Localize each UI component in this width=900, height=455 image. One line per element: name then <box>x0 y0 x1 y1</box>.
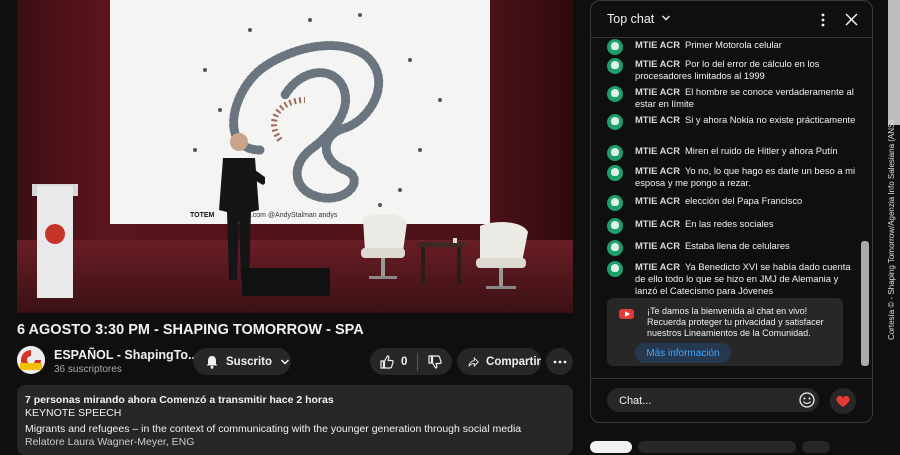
chat-author[interactable]: MTIE ACR <box>635 218 680 229</box>
armchair-right <box>476 222 528 289</box>
bell-icon <box>206 355 218 369</box>
like-count: 0 <box>401 355 408 368</box>
chat-text: Estaba llena de celulares <box>684 240 790 251</box>
description-box[interactable]: 7 personas mirando ahora Comenzó a trans… <box>17 385 573 455</box>
chat-author[interactable]: MTIE ACR <box>635 58 680 69</box>
chat-input[interactable] <box>617 392 791 410</box>
youtube-logo-icon <box>619 309 634 319</box>
thumbs-down-icon[interactable] <box>428 354 443 369</box>
subscribed-button[interactable]: Suscrito <box>193 348 291 375</box>
chat-scrollbar[interactable] <box>861 241 869 366</box>
chat-author[interactable]: MTIE ACR <box>635 145 680 156</box>
chat-author[interactable]: MTIE ACR <box>635 240 680 251</box>
chat-author[interactable]: MTIE ACR <box>635 39 680 50</box>
more-vertical-icon[interactable] <box>820 13 826 27</box>
chat-author[interactable]: MTIE ACR <box>635 195 680 206</box>
chat-text: Miren el ruido de Hitler y ahora Putín <box>684 145 838 156</box>
share-arrow-icon <box>468 356 479 367</box>
description-line-3: Relatore Laura Wagner-Meyer, ENG <box>25 436 195 448</box>
filter-chip[interactable] <box>638 441 796 453</box>
more-info-button[interactable]: Más información <box>635 343 731 363</box>
live-chat-panel: Top chat MTIE ACR Primer Motorola celular… <box>590 0 873 423</box>
member-avatar-icon <box>607 165 623 181</box>
projection-screen: TOTEM zing.com @AndyStalman andys <box>110 0 490 224</box>
filter-chip[interactable] <box>802 441 830 453</box>
member-avatar-icon <box>607 58 623 74</box>
filter-chip[interactable] <box>590 441 632 453</box>
more-horizontal-icon <box>553 360 566 363</box>
chat-header: Top chat <box>591 1 872 38</box>
description-line-1: KEYNOTE SPEECH <box>25 407 122 419</box>
member-avatar-icon <box>607 195 623 211</box>
armchair-left <box>361 213 407 279</box>
share-label: Compartir <box>486 355 541 368</box>
chat-author[interactable]: MTIE ACR <box>635 114 680 125</box>
stage-monitor <box>242 268 330 296</box>
like-divider <box>417 352 419 371</box>
chat-mode-dropdown[interactable]: Top chat <box>607 12 671 26</box>
chat-input-container[interactable] <box>607 388 819 412</box>
member-avatar-icon <box>607 145 623 161</box>
more-actions-button[interactable] <box>546 348 573 375</box>
description-stats: 7 personas mirando ahora Comenzó a trans… <box>25 394 334 406</box>
emoji-icon[interactable] <box>799 392 815 408</box>
member-avatar-icon <box>607 39 623 55</box>
chat-text: En las redes sociales <box>684 218 774 229</box>
side-table <box>417 238 465 284</box>
channel-logo-icon <box>17 346 45 374</box>
chat-welcome-notice: ¡Te damos la bienvenida al chat en vivo!… <box>607 298 843 366</box>
chevron-down-icon <box>661 15 670 21</box>
subscriber-count: 36 suscriptores <box>54 364 122 375</box>
chat-author[interactable]: MTIE ACR <box>635 261 680 272</box>
member-avatar-icon <box>607 114 623 130</box>
ear-crowd-graphic <box>193 13 442 207</box>
speaker-figure <box>219 133 265 280</box>
welcome-notice-text: ¡Te damos la bienvenida al chat en vivo!… <box>647 306 824 338</box>
channel-name[interactable]: ESPAÑOL - ShapingTo... <box>54 348 198 362</box>
chat-input-bar <box>591 378 872 422</box>
chat-author[interactable]: MTIE ACR <box>635 86 680 97</box>
credit-watermark: Cortesía © - Shaping Tomorrow/Agenzia In… <box>887 119 896 341</box>
share-button[interactable]: Compartir <box>457 348 541 375</box>
chat-author[interactable]: MTIE ACR <box>635 165 680 176</box>
heart-reaction-icon[interactable] <box>830 388 856 414</box>
video-title: 6 AGOSTO 3:30 PM - SHAPING TOMORROW - SP… <box>17 322 364 338</box>
member-avatar-icon <box>607 261 623 277</box>
subscribed-label: Suscrito <box>226 355 273 368</box>
chevron-down-icon <box>280 358 290 365</box>
member-avatar-icon <box>607 86 623 102</box>
close-icon[interactable] <box>845 13 858 26</box>
podium-logo <box>45 224 65 244</box>
chat-text: Si y ahora Nokia no existe prácticamente <box>684 114 856 125</box>
member-avatar-icon <box>607 240 623 256</box>
channel-avatar[interactable] <box>17 346 45 374</box>
thumbs-up-icon[interactable] <box>380 354 394 369</box>
video-player[interactable]: TOTEM zing.com @AndyStalman andys <box>17 0 573 313</box>
like-dislike-group: 0 <box>370 348 452 375</box>
chat-text: elección del Papa Francisco <box>684 195 803 206</box>
member-avatar-icon <box>607 218 623 234</box>
screen-brand: TOTEM <box>190 212 215 219</box>
chat-mode-label: Top chat <box>607 12 655 26</box>
description-line-2: Migrants and refugees – in the context o… <box>25 423 522 435</box>
chat-text: Primer Motorola celular <box>684 39 782 50</box>
